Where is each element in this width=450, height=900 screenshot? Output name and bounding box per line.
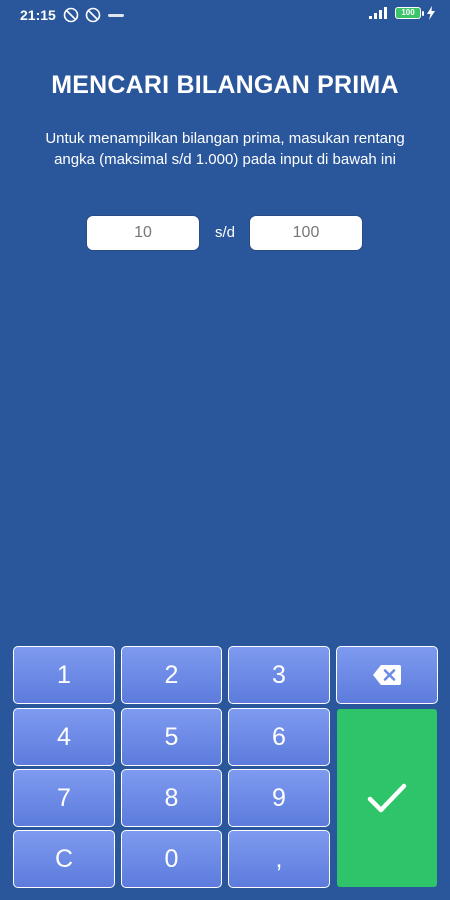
notification-blocked-icon [85,7,101,23]
backspace-icon [373,665,401,685]
battery-icon: 100 [395,7,424,19]
battery-level: 100 [401,8,415,17]
signal-icon [369,7,387,19]
status-time: 21:15 [20,7,56,23]
range-end-input[interactable] [249,215,363,251]
clear-button[interactable]: C [13,830,115,888]
range-input-row: s/d [0,215,450,251]
key-6[interactable]: 6 [228,708,330,766]
key-5[interactable]: 5 [121,708,222,766]
range-separator: s/d [214,224,235,241]
key-3[interactable]: 3 [228,646,330,704]
check-icon [367,783,407,813]
numeric-keypad: 1 2 3 4 5 6 7 8 9 C 0 , [13,646,438,888]
key-9[interactable]: 9 [228,769,330,827]
key-4[interactable]: 4 [13,708,115,766]
status-bar: 21:15 100 [0,0,450,30]
network-speed-icon [108,14,124,17]
key-2[interactable]: 2 [121,646,222,704]
charging-icon [427,6,435,20]
range-start-input[interactable] [86,215,200,251]
key-1[interactable]: 1 [13,646,115,704]
comma-button[interactable]: , [228,830,330,888]
instruction-text: Untuk menampilkan bilangan prima, masuka… [45,130,405,168]
page-title: MENCARI BILANGAN PRIMA [51,71,399,99]
key-7[interactable]: 7 [13,769,115,827]
key-0[interactable]: 0 [121,830,222,888]
submit-button[interactable] [336,708,438,888]
notification-blocked-icon [63,7,79,23]
key-8[interactable]: 8 [121,769,222,827]
status-system-icons: 100 [368,6,436,20]
backspace-button[interactable] [336,646,438,704]
status-notification-icons [63,7,125,23]
